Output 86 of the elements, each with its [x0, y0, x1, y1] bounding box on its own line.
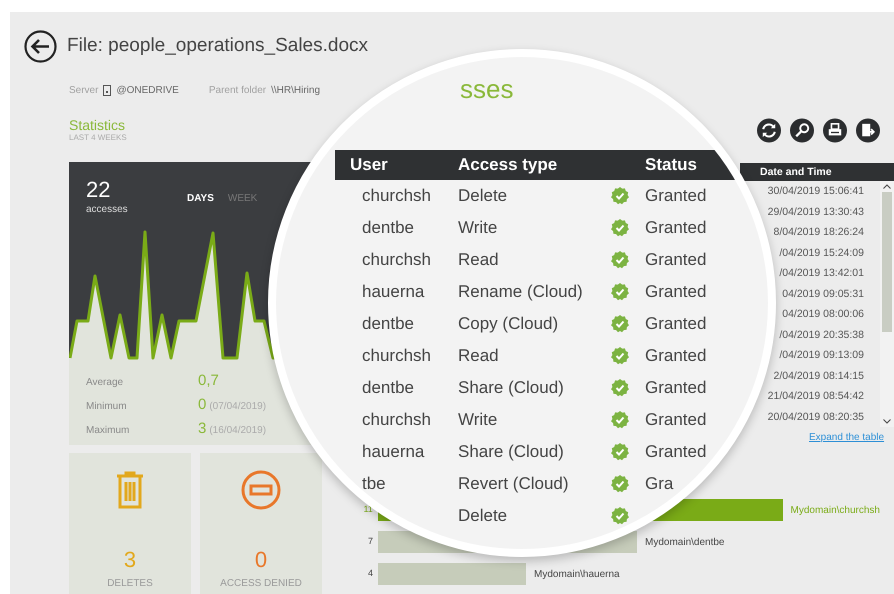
user-cell-text: dentbe — [361, 217, 415, 240]
user-cell-text: churchsh — [361, 409, 432, 432]
status-cell-text: Granted — [645, 281, 706, 304]
tile-label: DELETES — [107, 577, 153, 591]
status-cell-text: Granted — [645, 345, 706, 368]
status-cell-text: Granted — [645, 377, 706, 400]
date-cell-text: /04/2019 20:35:38 — [779, 328, 864, 342]
status-cell-text: Granted — [645, 185, 706, 208]
date-cell-text: 8/04/2019 18:26:24 — [773, 225, 864, 240]
bar-label: Mydomain\churchsh — [790, 504, 880, 518]
user-cell-text: dentbe — [361, 313, 415, 336]
date-cell-text: 21/04/2019 08:54:42 — [768, 389, 864, 404]
tile-label: ACCESS DENIED — [220, 577, 302, 591]
status-cell-text: Gra — [645, 473, 674, 496]
date-cell-text: 30/04/2019 15:06:41 — [768, 184, 864, 199]
export-icon[interactable] — [856, 117, 880, 144]
date-cell-text: /04/2019 09:13:09 — [779, 348, 864, 363]
field-value: @ONEDRIVE — [116, 84, 179, 98]
status-cell-text: Granted — [645, 313, 706, 336]
status-cell-text: Granted — [645, 441, 706, 464]
bar-count: 11 — [362, 503, 374, 516]
tile-count: 0 — [254, 548, 268, 572]
date-cell-text: /04/2019 13:42:01 — [779, 266, 864, 281]
user-cell-text: churchsh — [361, 345, 432, 368]
field-label: Parent folder — [208, 84, 266, 98]
scroll-down-icon[interactable] — [883, 419, 891, 424]
column-header: User — [349, 154, 389, 176]
user-cell-text: hauerna — [361, 281, 426, 304]
stat-label: Minimum — [86, 400, 128, 414]
access-type-cell-text: Write — [458, 217, 498, 240]
scrollbar[interactable] — [880, 181, 894, 427]
date-cell-text: 04/2019 08:00:06 — [782, 307, 864, 322]
user-cell-text: dentbe — [361, 377, 415, 400]
access-type-cell-text: Revert (Cloud) — [458, 473, 570, 496]
column-header: Date and Time — [740, 163, 894, 181]
access-type-cell-text: Delete — [458, 185, 508, 208]
access-count-label: accesses — [86, 203, 128, 217]
section-heading: sses — [460, 74, 514, 104]
stat-date: (16/04/2019) — [209, 424, 266, 438]
access-type-cell-text: Share (Cloud) — [458, 377, 565, 400]
back-icon[interactable] — [24, 30, 57, 62]
user-cell-text: churchsh — [361, 185, 432, 208]
server-icon — [103, 84, 112, 96]
column-header: Access type — [458, 154, 558, 176]
statistics-heading: Statistics — [69, 117, 126, 133]
stat-date: (07/04/2019) — [209, 400, 266, 414]
refresh-icon[interactable] — [757, 117, 781, 144]
stat-value: 0 — [198, 395, 206, 415]
expand-table-link[interactable]: Expand the table — [809, 430, 884, 445]
access-type-cell-text: Delete — [458, 505, 508, 528]
access-type-cell-text: Read — [458, 345, 500, 368]
bar-count: 7 — [366, 535, 374, 548]
user-cell-text: hauerna — [361, 441, 426, 464]
period-tab[interactable]: WEEK — [228, 191, 258, 206]
access-count: 22 — [86, 178, 112, 202]
user-cell-text: churchsh — [361, 249, 432, 272]
file-title: File: people_operations_Sales.docx — [67, 34, 368, 58]
scroll-up-icon[interactable] — [883, 184, 891, 189]
access-type-cell-text: Copy (Cloud) — [458, 313, 560, 336]
tile-count: 3 — [124, 548, 136, 572]
stat-value: 3 — [198, 419, 206, 439]
status-cell-text: Granted — [645, 409, 706, 432]
stat-label: Average — [86, 376, 124, 390]
search-icon[interactable] — [790, 117, 814, 144]
access-type-cell-text: Read — [458, 249, 500, 272]
date-cell-text: 20/04/2019 08:20:35 — [768, 410, 864, 424]
field-label: Server — [69, 84, 98, 98]
status-cell-text: Granted — [645, 249, 706, 272]
date-cell-text: 29/04/2019 13:30:43 — [768, 204, 864, 220]
period-caption: LAST 4 WEEKS — [69, 133, 128, 142]
date-cell-text: 2/04/2019 08:14:15 — [773, 368, 864, 384]
period-tab[interactable]: DAYS — [187, 191, 214, 206]
date-cell-text: /04/2019 15:24:09 — [779, 246, 864, 260]
field-value: \\HR\Hiring — [271, 84, 320, 98]
access-type-cell-text: Share (Cloud) — [458, 441, 565, 464]
bar-label: Mydomain\hauerna — [534, 568, 620, 582]
print-icon[interactable] — [823, 117, 847, 144]
access-type-cell-text: Write — [458, 409, 498, 432]
bar-label: Mydomain\dentbe — [645, 536, 724, 550]
bar-count: 4 — [366, 567, 374, 580]
date-cell-text: 04/2019 09:05:31 — [782, 286, 864, 302]
access-type-cell-text: Rename (Cloud) — [458, 281, 584, 304]
user-cell-text: tbe — [361, 473, 387, 496]
status-cell-text: Granted — [645, 217, 706, 240]
stat-value: 0,7 — [198, 371, 219, 391]
stat-label: Maximum — [86, 424, 130, 438]
